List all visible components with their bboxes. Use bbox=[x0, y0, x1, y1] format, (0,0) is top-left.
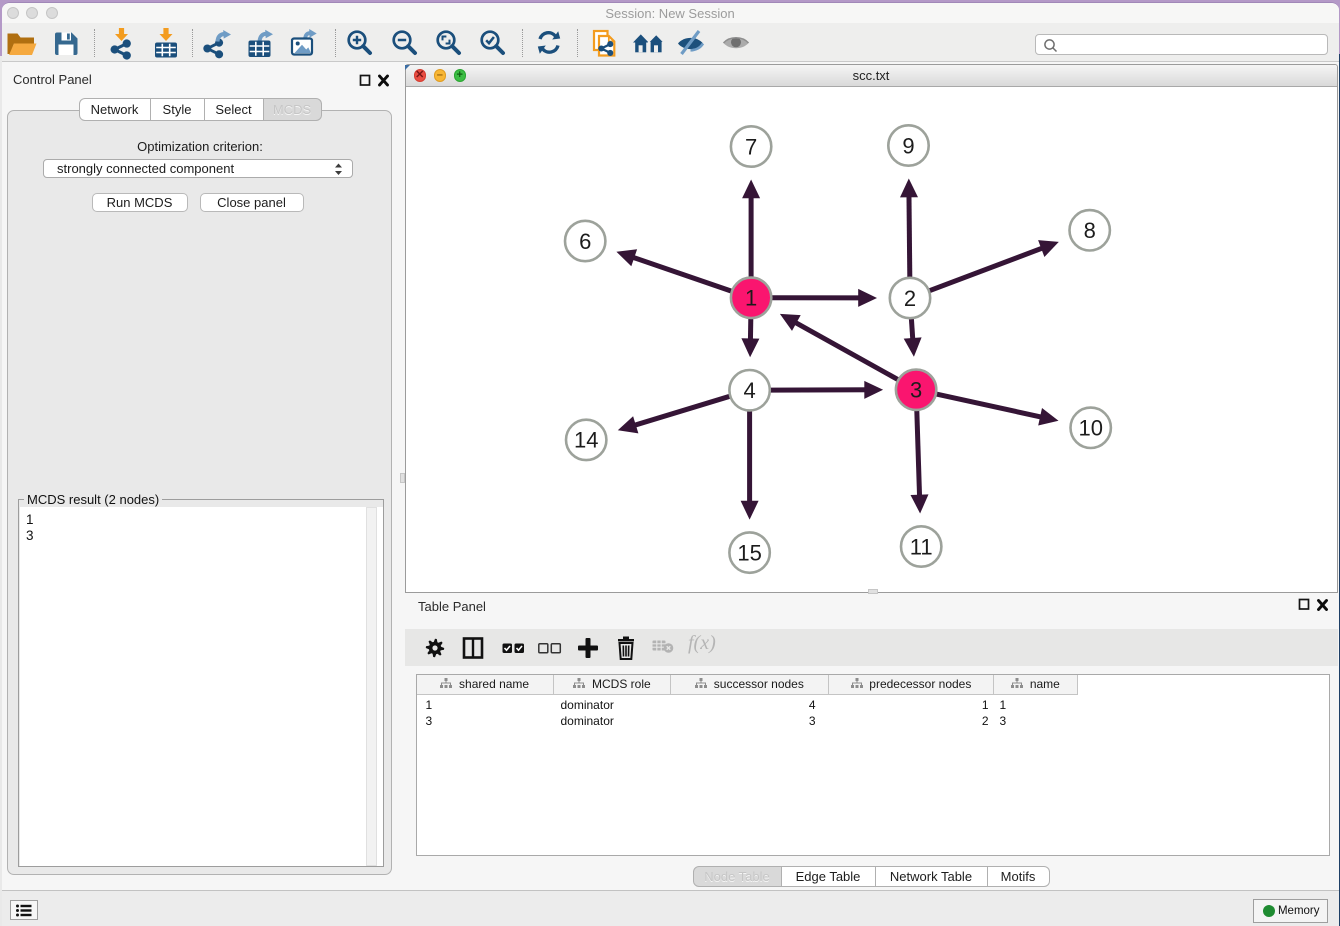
svg-text:1: 1 bbox=[744, 286, 756, 311]
svg-text:4: 4 bbox=[743, 378, 755, 403]
svg-text:8: 8 bbox=[1083, 218, 1095, 243]
svg-text:6: 6 bbox=[579, 229, 591, 254]
svg-text:2: 2 bbox=[903, 286, 915, 311]
svg-text:14: 14 bbox=[573, 428, 597, 453]
svg-text:7: 7 bbox=[744, 134, 756, 159]
svg-text:3: 3 bbox=[909, 378, 921, 403]
svg-text:9: 9 bbox=[902, 133, 914, 158]
svg-text:11: 11 bbox=[909, 534, 932, 559]
svg-text:15: 15 bbox=[737, 540, 761, 565]
svg-text:10: 10 bbox=[1078, 416, 1102, 441]
